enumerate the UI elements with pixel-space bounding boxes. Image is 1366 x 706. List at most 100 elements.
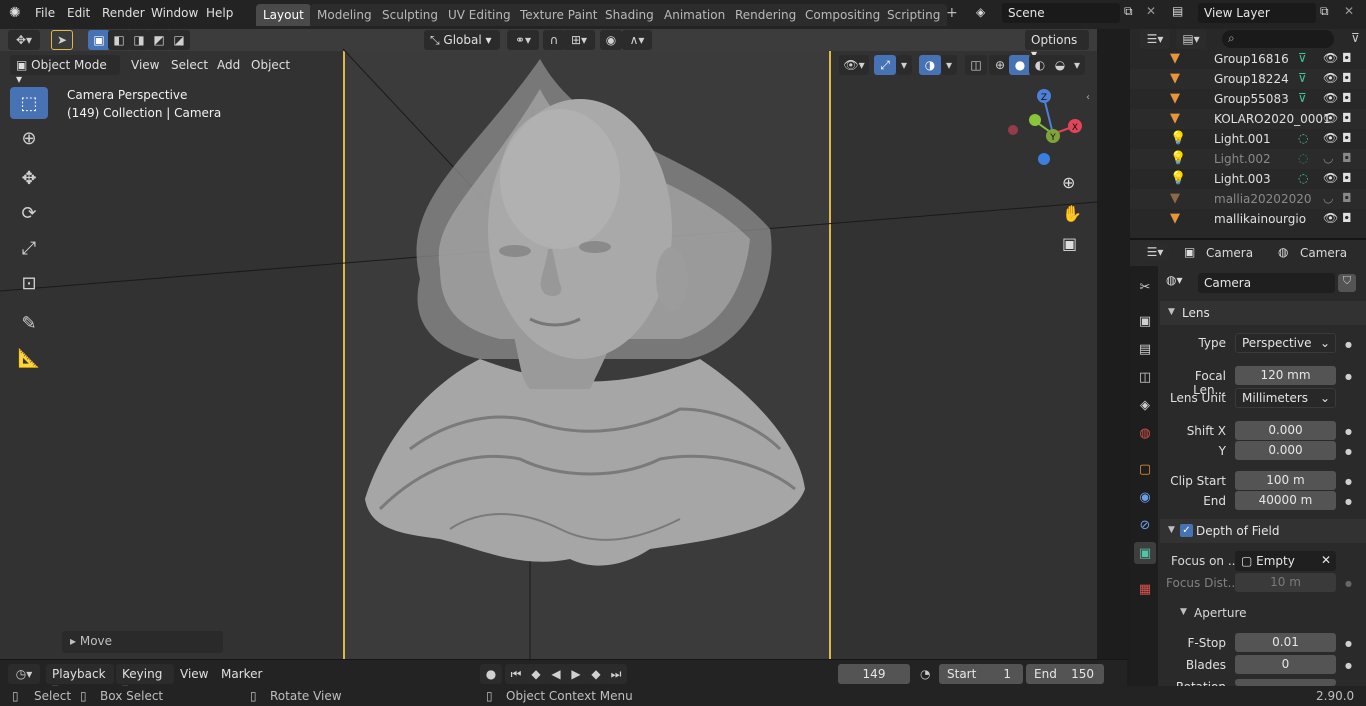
outliner-row[interactable]: ▼ KOLARO2020_0001 👁 ◘ — [1130, 109, 1366, 129]
menu-help[interactable]: Help — [206, 6, 233, 20]
keyframe-dot-icon[interactable]: ● — [1345, 661, 1352, 670]
editor-type-icon[interactable]: ✥▾ — [8, 30, 40, 50]
modifier-icon[interactable]: ⊽ — [1298, 71, 1307, 85]
scene-icon[interactable]: ◈ — [976, 5, 985, 19]
keyframe-dot-icon[interactable]: ● — [1345, 447, 1352, 456]
menu-object[interactable]: Object — [251, 58, 290, 72]
eye-icon[interactable]: 👁 — [1323, 131, 1338, 145]
tab-modeling[interactable]: Modeling — [310, 4, 379, 26]
timeline-menu-marker[interactable]: Marker — [221, 667, 262, 681]
dof-panel-header[interactable]: ▼ ✓ Depth of Field — [1160, 519, 1366, 543]
camera-datablock-icon[interactable]: ◍▾ — [1166, 273, 1196, 293]
timeline-menu-view[interactable]: View — [180, 667, 208, 681]
record-icon[interactable]: ● — [480, 664, 502, 684]
object-tab-icon[interactable]: ▢ — [1134, 458, 1156, 480]
eye-icon[interactable]: 👁 — [1323, 51, 1338, 65]
shading-material-icon[interactable]: ◐ — [1029, 55, 1051, 75]
keyframe-dot-icon[interactable]: ● — [1345, 372, 1352, 381]
pivot-point-icon[interactable]: ⚭▾ — [507, 30, 539, 50]
transform-tool-icon[interactable]: ⊡ — [10, 267, 48, 299]
light-data-icon[interactable]: ◌ — [1298, 131, 1308, 145]
select-box-intersect-icon[interactable]: ◪ — [168, 30, 190, 50]
keying-dropdown[interactable]: Keying ▾ — [116, 664, 174, 695]
scale-tool-icon[interactable]: ⤢ — [10, 232, 48, 264]
keyframe-dot-icon[interactable]: ● — [1345, 477, 1352, 486]
display-mode-icon[interactable]: ▤▾ — [1176, 29, 1206, 49]
keyframe-dot-icon[interactable]: ● — [1345, 427, 1352, 436]
eye-icon[interactable]: 👁 — [1323, 71, 1338, 85]
shading-dropdown-icon[interactable]: ▾ — [1069, 55, 1085, 75]
shading-wireframe-icon[interactable]: ⊕ — [989, 55, 1011, 75]
type-dropdown[interactable]: Perspective ⌄ — [1235, 333, 1336, 353]
fstop-field[interactable]: 0.01 — [1235, 633, 1336, 652]
constraints-tab-icon[interactable]: ⊘ — [1134, 514, 1156, 536]
play-icon[interactable]: ▶ — [565, 664, 587, 684]
light-data-icon[interactable]: ◌ — [1298, 151, 1308, 165]
eye-icon[interactable]: 👁 — [1323, 171, 1338, 185]
lens-unit-dropdown[interactable]: Millimeters ⌄ — [1235, 388, 1336, 408]
outliner-search-input[interactable]: ⌕ — [1222, 30, 1334, 48]
camera-view-icon[interactable]: ▣ — [1062, 234, 1077, 253]
tab-scripting[interactable]: Scripting — [880, 4, 948, 26]
breadcrumb-data[interactable]: Camera — [1300, 246, 1347, 260]
fake-user-shield-icon[interactable]: ⛉ — [1338, 274, 1356, 292]
outliner-row[interactable]: ▼ Group55083 ⊽ 👁 ◘ — [1130, 89, 1366, 109]
outliner-row[interactable]: 💡 Light.001 ◌ 👁 ◘ — [1130, 129, 1366, 149]
outliner-row[interactable]: ▼ mallikainourgio 👁 ◘ — [1130, 209, 1366, 229]
timeline-editor-type-icon[interactable]: ◷▾ — [8, 664, 40, 684]
clear-field-icon[interactable]: ✕ — [1321, 553, 1331, 567]
select-box-invert-icon[interactable]: ◩ — [148, 30, 170, 50]
eye-closed-icon[interactable]: ◡ — [1323, 151, 1333, 165]
camera-datablock-field[interactable]: Camera — [1198, 273, 1335, 293]
properties-editor-type-icon[interactable]: ☰▾ — [1140, 242, 1170, 262]
shading-solid-icon[interactable]: ● — [1009, 55, 1031, 75]
select-box-subtract-icon[interactable]: ◨ — [128, 30, 150, 50]
lens-panel-header[interactable]: ▼ Lens — [1160, 301, 1366, 325]
clip-start-field[interactable]: 100 m — [1235, 471, 1336, 490]
current-frame-field[interactable]: 149 — [838, 664, 910, 684]
eye-icon[interactable]: 👁 — [1323, 211, 1338, 225]
new-view-layer-icon[interactable]: ⧉ — [1320, 4, 1329, 19]
shift-x-field[interactable]: 0.000 — [1235, 421, 1336, 440]
scene-field[interactable]: Scene — [1002, 3, 1120, 23]
outliner-row[interactable]: 💡 Light.002 ◌ ◡ ◘ — [1130, 149, 1366, 169]
texture-tab-icon[interactable]: ▦ — [1134, 578, 1156, 600]
measure-tool-icon[interactable]: 📐 — [10, 342, 48, 374]
eye-icon[interactable]: 👁 — [1323, 111, 1338, 125]
menu-add[interactable]: Add — [217, 58, 240, 72]
outliner-row[interactable]: ▼ Group18224 ⊽ 👁 ◘ — [1130, 69, 1366, 89]
visibility-icon[interactable]: 👁▾ — [839, 55, 869, 75]
blades-field[interactable]: 0 — [1235, 655, 1336, 674]
stopwatch-icon[interactable]: ◔ — [920, 667, 930, 681]
keyframe-dot-icon[interactable]: ● — [1345, 497, 1352, 506]
prev-keyframe-icon[interactable]: ◆ — [525, 664, 547, 684]
menu-view[interactable]: View — [131, 58, 159, 72]
options-dropdown[interactable]: Options ▾ — [1025, 30, 1089, 61]
rotation-field[interactable] — [1235, 679, 1336, 686]
world-tab-icon[interactable]: ◍ — [1134, 422, 1156, 444]
focus-object-field[interactable]: ▢ Empty ✕ — [1235, 551, 1336, 571]
shading-rendered-icon[interactable]: ◒ — [1049, 55, 1071, 75]
camera-render-icon[interactable]: ◘ — [1342, 71, 1352, 85]
gizmo-dropdown-icon[interactable]: ▾ — [896, 55, 912, 75]
camera-render-icon[interactable]: ◘ — [1342, 211, 1352, 225]
tab-rendering[interactable]: Rendering — [728, 4, 804, 26]
camera-render-icon[interactable]: ◘ — [1342, 111, 1352, 125]
select-tool-icon[interactable]: ➤ — [51, 30, 73, 50]
breadcrumb-object[interactable]: Camera — [1206, 246, 1253, 260]
navigation-gizmo[interactable]: Z X Y — [1003, 86, 1087, 170]
keyframe-dot-icon[interactable]: ● — [1345, 340, 1352, 349]
modifier-icon[interactable]: ⊽ — [1298, 51, 1307, 65]
select-box-extend-icon[interactable]: ◧ — [108, 30, 130, 50]
last-operator-panel[interactable]: ▸ Move — [62, 631, 223, 653]
blender-logo-icon[interactable]: ✺ — [9, 5, 21, 21]
pan-hand-icon[interactable]: ✋ — [1062, 204, 1082, 223]
playback-dropdown[interactable]: Playback ▾ — [46, 664, 114, 695]
camera-data-tab-icon[interactable]: ▣ — [1134, 542, 1156, 564]
view-layer-icon[interactable]: ▤ — [1172, 4, 1183, 18]
output-tab-icon[interactable]: ▤ — [1134, 338, 1156, 360]
snap-target-icon[interactable]: ⊞▾ — [563, 30, 595, 50]
tab-uv-editing[interactable]: UV Editing — [441, 4, 518, 26]
snap-icon[interactable]: ∩ — [543, 30, 565, 50]
render-tab-icon[interactable]: ▣ — [1134, 310, 1156, 332]
